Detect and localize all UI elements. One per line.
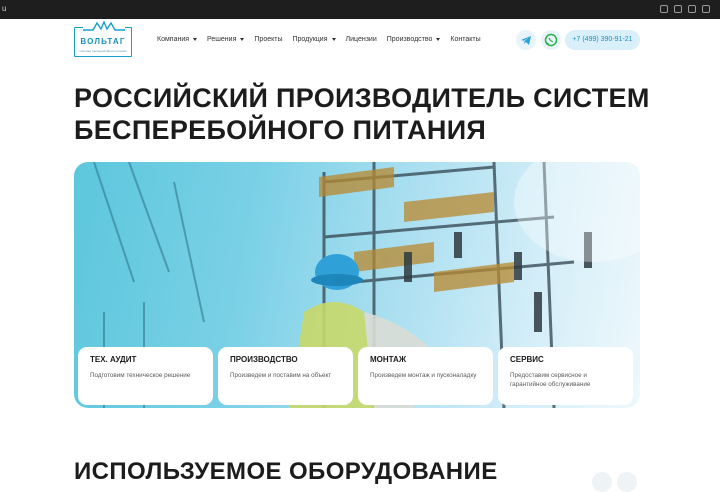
extension-icon[interactable] bbox=[688, 5, 696, 13]
telegram-icon bbox=[521, 36, 531, 45]
main-nav: Компания Решения Проекты Продукция Лицен… bbox=[157, 36, 491, 43]
nav-label: Проекты bbox=[254, 36, 283, 43]
card-title: Тех. аудит bbox=[90, 355, 137, 364]
carousel-prev-button[interactable] bbox=[592, 472, 612, 492]
extension-icon[interactable] bbox=[660, 5, 668, 13]
nav-label: Продукция bbox=[292, 36, 328, 43]
nav-item-projects[interactable]: Проекты bbox=[254, 36, 282, 43]
service-card-service[interactable]: Сервис Предоставим сервисное и гарантийн… bbox=[498, 347, 633, 405]
logo[interactable]: ВОЛЬТАГ системы бесперебойного питания bbox=[74, 21, 132, 57]
nav-item-company[interactable]: Компания bbox=[157, 36, 198, 43]
nav-item-products[interactable]: Продукция bbox=[292, 36, 336, 43]
phone-button[interactable]: +7 (499) 390-91-21 bbox=[565, 30, 640, 50]
caret-down-icon bbox=[193, 38, 198, 41]
nav-item-solutions[interactable]: Решения bbox=[207, 36, 245, 43]
nav-item-production[interactable]: Производство bbox=[387, 36, 441, 43]
extension-icon[interactable] bbox=[702, 5, 710, 13]
logo-wave-icon bbox=[83, 21, 125, 31]
logo-name: ВОЛЬТАГ bbox=[80, 37, 126, 46]
card-text: Предоставим сервисное и гарантийное обсл… bbox=[510, 372, 591, 388]
card-title: Сервис bbox=[510, 355, 544, 364]
page-title: Российский производитель систем беспереб… bbox=[74, 83, 650, 145]
browser-top-bar: u bbox=[0, 0, 720, 19]
caret-down-icon bbox=[240, 38, 245, 41]
extension-icon[interactable] bbox=[674, 5, 682, 13]
caret-down-icon bbox=[436, 38, 441, 41]
nav-item-contacts[interactable]: Контакты bbox=[450, 36, 480, 43]
service-card-audit[interactable]: Тех. аудит Подготовим техническое решени… bbox=[78, 347, 213, 405]
card-text: Произведем и поставим на объект bbox=[230, 372, 332, 379]
hero-banner: Тех. аудит Подготовим техническое решени… bbox=[74, 162, 640, 408]
nav-label: Решения bbox=[207, 36, 237, 43]
whatsapp-icon bbox=[544, 33, 558, 47]
card-text: Подготовим техническое решение bbox=[90, 372, 191, 379]
carousel-next-button[interactable] bbox=[617, 472, 637, 492]
telegram-button[interactable] bbox=[516, 30, 536, 50]
card-text: Произведем монтаж и пусконаладку bbox=[370, 372, 477, 379]
nav-label: Лицензии bbox=[345, 36, 377, 43]
service-card-production[interactable]: Производство Произведем и поставим на об… bbox=[218, 347, 353, 405]
nav-label: Компания bbox=[157, 36, 190, 43]
service-card-installation[interactable]: Монтаж Произведем монтаж и пусконаладку bbox=[358, 347, 493, 405]
card-title: Монтаж bbox=[370, 355, 407, 364]
nav-item-licenses[interactable]: Лицензии bbox=[346, 36, 377, 43]
nav-label: Производство bbox=[386, 36, 433, 43]
nav-label: Контакты bbox=[450, 36, 481, 43]
url-fragment[interactable]: u bbox=[2, 4, 6, 13]
logo-tagline: системы бесперебойного питания bbox=[79, 49, 127, 53]
whatsapp-button[interactable] bbox=[541, 30, 561, 50]
card-title: Производство bbox=[230, 355, 298, 364]
caret-down-icon bbox=[331, 38, 336, 41]
equipment-section-title: Используемое оборудование bbox=[74, 458, 498, 485]
